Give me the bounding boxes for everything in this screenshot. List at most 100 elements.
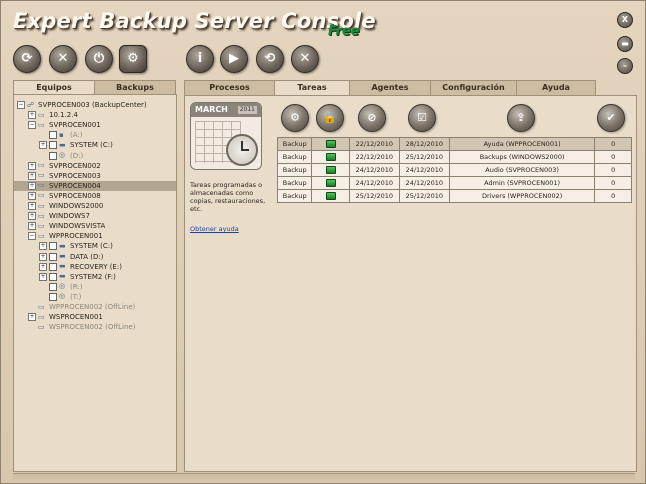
task-end-date: 25/12/2010 — [398, 150, 450, 164]
expand-icon[interactable]: + — [28, 181, 36, 190]
expand-icon[interactable]: + — [28, 171, 36, 180]
tree-node[interactable]: + ▭ SVPROCEN004 — [14, 180, 176, 191]
tree-node[interactable]: + ▭ SVPROCEN008 — [14, 191, 101, 201]
expand-icon[interactable]: + — [39, 272, 47, 281]
table-row[interactable]: Backup 24/12/2010 24/12/2010 Audio (SVPROCE… — [276, 163, 632, 177]
refresh-icon[interactable]: ⟳ — [13, 45, 41, 73]
checkbox[interactable] — [49, 292, 57, 301]
tree-node-label: WPPROCEN001 — [49, 232, 103, 241]
expand-icon[interactable]: + — [39, 262, 47, 271]
pc-icon: ▭ — [38, 231, 45, 240]
tab-procesos[interactable]: Procesos — [184, 80, 275, 95]
expand-icon[interactable]: + — [28, 222, 36, 231]
expand-icon[interactable]: + — [28, 313, 36, 322]
power-icon[interactable]: ⏻ — [85, 45, 113, 73]
tree-node[interactable]: + ▬ DATA (D:) — [14, 252, 103, 262]
collapse-icon[interactable]: − — [28, 121, 36, 130]
tree-node[interactable]: + ▭ WINDOWSVISTA — [14, 221, 105, 231]
expand-icon[interactable]: + — [28, 191, 36, 200]
cancel-icon[interactable]: ✕ — [49, 45, 77, 73]
tree-node[interactable]: + ▬ SYSTEM (C:) — [14, 241, 113, 251]
play-icon[interactable]: ▶ — [220, 45, 248, 73]
tree-node[interactable]: + ▭ 10.1.2.4 — [14, 110, 78, 120]
table-row[interactable]: Backup 22/12/2010 25/12/2010 Backups (WINDO… — [276, 150, 632, 164]
table-row[interactable]: Backup 24/12/2010 24/12/2010 Admin (SVPROCE… — [276, 176, 632, 190]
expand-icon[interactable]: + — [28, 202, 36, 210]
tree-node[interactable]: + ▬ SYSTEM2 (F:) — [14, 272, 116, 282]
tree-node-label: (R:) — [70, 282, 83, 291]
tree-node-label: WSPROCEN001 — [49, 313, 103, 322]
table-row[interactable]: Backup 22/12/2010 28/12/2010 Ayuda (WPPROCE… — [276, 137, 632, 151]
tree-node[interactable]: + ▭ SVPROCEN002 — [14, 161, 101, 171]
table-row[interactable]: Backup 25/12/2010 25/12/2010 Drivers (WPPRO… — [276, 189, 632, 203]
tree-node[interactable]: ◎ (D:) — [14, 151, 83, 161]
task-status — [311, 189, 350, 203]
block-icon[interactable]: ⊘ — [358, 104, 386, 132]
computers-tree: − ☍ SVPROCEN003 (BackupCenter) + ▭ 10.1.2.4− ▭… — [13, 94, 177, 472]
task-end-date: 28/12/2010 — [398, 137, 450, 151]
tree-node[interactable]: − ▭ SVPROCEN001 — [14, 120, 101, 130]
pc-icon: ▭ — [38, 120, 45, 129]
tree-node-label: WINDOWSVISTA — [49, 222, 106, 231]
pc-icon: ▭ — [38, 110, 45, 119]
task-name: Backups (WINDOWS2000) — [448, 150, 596, 164]
tree-node[interactable]: ◎ (T:) — [14, 292, 81, 302]
minimize-icon[interactable]: – — [617, 58, 633, 74]
tab-equipos[interactable]: Equipos — [13, 80, 95, 94]
checkbox[interactable] — [49, 151, 57, 160]
export-icon[interactable]: ⇪ — [507, 104, 535, 132]
delete-icon[interactable]: ✕ — [291, 45, 319, 73]
expand-icon[interactable]: + — [39, 242, 47, 251]
tree-node[interactable]: + ▭ SVPROCEN003 — [14, 171, 101, 181]
tree-node[interactable]: + ▭ WINDOWS7 — [14, 211, 90, 221]
tree-node[interactable]: ▪ (A:) — [14, 130, 83, 140]
tab-ayuda[interactable]: Ayuda — [516, 80, 596, 95]
expand-icon[interactable]: + — [39, 141, 47, 150]
expand-icon[interactable]: + — [28, 161, 36, 170]
tree-node[interactable]: + ▭ WSPROCEN001 — [14, 312, 103, 322]
settings-icon[interactable]: ⚙ — [119, 45, 147, 73]
expand-icon[interactable]: + — [28, 111, 36, 120]
collapse-icon[interactable]: − — [17, 101, 25, 109]
tree-node[interactable]: + ▬ SYSTEM (C:) — [14, 140, 113, 150]
task-name: Audio (SVPROCEN003) — [448, 163, 596, 177]
checkbox[interactable] — [49, 262, 57, 271]
lock-icon[interactable]: 🔒 — [316, 104, 344, 132]
task-end-date: 24/12/2010 — [398, 176, 450, 190]
pc-icon: ▭ — [38, 312, 45, 321]
gears-icon[interactable]: ⚙ — [281, 104, 309, 132]
task-start-date: 22/12/2010 — [348, 137, 400, 151]
tab-agentes[interactable]: Agentes — [349, 80, 431, 95]
expand-icon[interactable]: + — [39, 252, 47, 261]
check-icon[interactable]: ✔ — [597, 104, 625, 132]
checkbox[interactable] — [49, 252, 57, 261]
task-start-date: 24/12/2010 — [348, 176, 400, 190]
restore-icon[interactable]: ▬ — [617, 36, 633, 52]
expand-icon[interactable]: + — [28, 212, 36, 221]
disk-icon: ▬ — [59, 241, 66, 250]
tree-node[interactable]: + ▬ RECOVERY (E:) — [14, 262, 122, 272]
help-link[interactable]: Obtener ayuda — [190, 225, 239, 233]
tree-node[interactable]: + ▭ WINDOWS2000 — [14, 201, 103, 211]
tree-node[interactable]: ▭ WSPROCEN002 (OffLine) — [14, 322, 135, 332]
checkbox[interactable] — [49, 131, 57, 140]
checklist-icon[interactable]: ☑ — [408, 104, 436, 132]
checkbox[interactable] — [49, 141, 57, 150]
checkbox[interactable] — [49, 282, 57, 291]
collapse-icon[interactable]: − — [28, 232, 36, 241]
close-icon[interactable]: X — [617, 12, 633, 28]
sync-icon[interactable]: ⟲ — [256, 45, 284, 73]
tree-node[interactable]: ▭ WPPROCEN002 (OffLine) — [14, 302, 135, 312]
checkbox[interactable] — [49, 272, 57, 281]
tab-tareas[interactable]: Tareas — [274, 80, 350, 95]
tab-backups[interactable]: Backups — [94, 80, 176, 94]
tab-configuracion[interactable]: Configuración — [430, 80, 517, 95]
info-icon[interactable]: i — [186, 45, 214, 73]
checkbox[interactable] — [49, 242, 57, 251]
tree-node-label: SYSTEM (C:) — [70, 242, 113, 251]
tree-node[interactable]: − ☍ SVPROCEN003 (BackupCenter) — [14, 100, 147, 110]
tree-node[interactable]: ◎ (R:) — [14, 282, 82, 292]
task-type: Backup — [276, 189, 313, 203]
tree-node-label: SVPROCEN002 — [49, 161, 101, 170]
tree-node[interactable]: − ▭ WPPROCEN001 — [14, 231, 103, 241]
